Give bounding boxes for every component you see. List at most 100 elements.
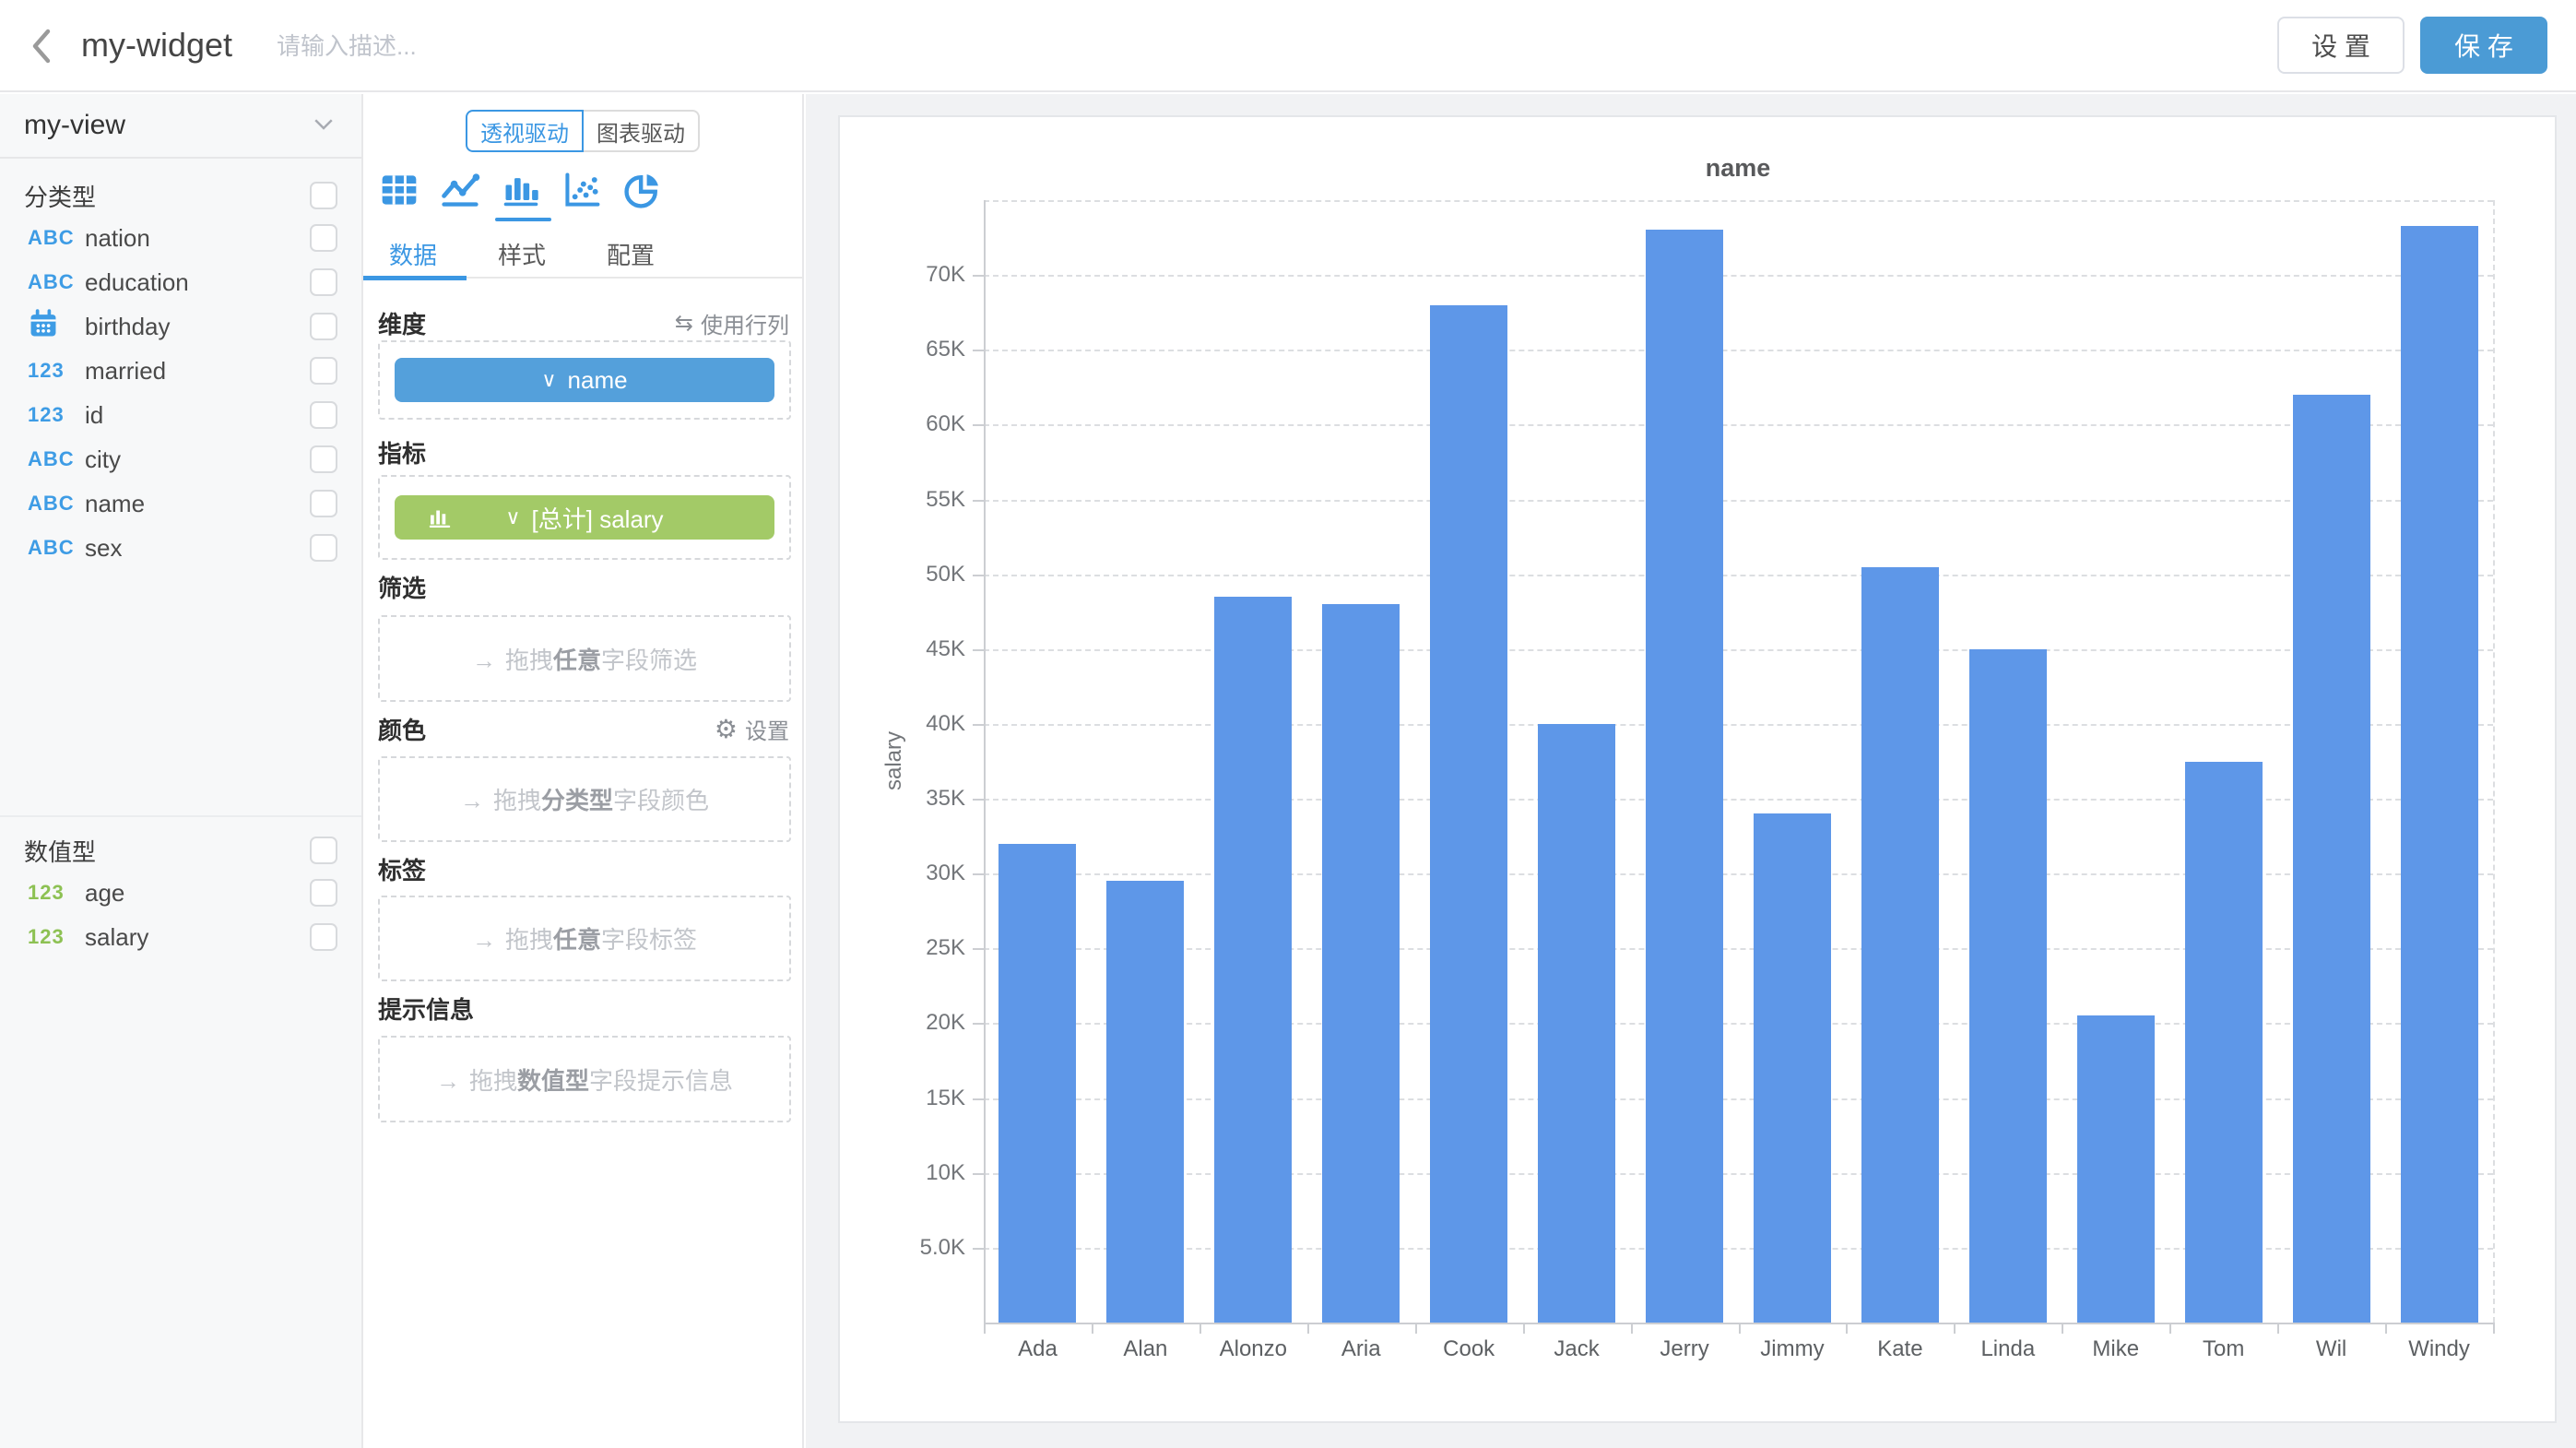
chart-bar[interactable] [1538, 724, 1615, 1323]
measure-drop-zone[interactable]: ∨ [总计] salary [378, 475, 791, 560]
section-checkbox[interactable] [310, 837, 337, 864]
y-axis-title: salary [881, 731, 907, 790]
settings-button-label: 设 置 [2311, 27, 2370, 64]
x-axis-tick [2062, 1323, 2063, 1334]
field-checkbox[interactable] [310, 268, 337, 296]
y-axis-tick [973, 275, 984, 277]
description-input[interactable] [277, 28, 664, 65]
measure-chip-salary[interactable]: ∨ [总计] salary [395, 495, 774, 540]
dimension-chip-name[interactable]: ∨ name [395, 358, 774, 402]
settings-button[interactable]: 设 置 [2277, 17, 2405, 74]
field-item[interactable]: ABC sex [0, 526, 361, 570]
x-axis-category-label: Ada [1018, 1336, 1058, 1362]
tooltip-hint: 拖拽 [469, 1067, 517, 1095]
top-header: my-widget 设 置 保 存 [0, 0, 2576, 92]
measure-label: 指标 [378, 435, 789, 469]
tag-drop-zone[interactable]: →拖拽任意字段标签 [378, 896, 791, 981]
tab-style-label: 样式 [498, 237, 546, 271]
y-axis-tick-label: 30K [873, 860, 965, 886]
field-item[interactable]: 123 age [0, 871, 361, 915]
chart-bar[interactable] [1861, 567, 1939, 1323]
x-axis-tick [2277, 1323, 2279, 1334]
field-item[interactable]: ABC nation [0, 216, 361, 260]
y-gridline [984, 575, 2493, 576]
tab-data[interactable]: 数据 [389, 231, 437, 277]
y-axis-tick-label: 10K [873, 1160, 965, 1186]
field-checkbox[interactable] [310, 401, 337, 429]
line-chart-icon[interactable] [438, 168, 482, 212]
view-selector[interactable]: my-view [0, 94, 361, 159]
field-checkbox[interactable] [310, 879, 337, 907]
chart-card: name salary 5.0K10K15K20K25K30K35K40K45K… [838, 115, 2557, 1423]
field-item[interactable]: 123 salary [0, 915, 361, 959]
y-gridline [984, 1098, 2493, 1100]
field-item[interactable]: ABC education [0, 260, 361, 304]
scatter-chart-icon[interactable] [560, 168, 604, 212]
chart-bar[interactable] [1754, 813, 1831, 1323]
field-checkbox[interactable] [310, 445, 337, 473]
y-gridline [984, 799, 2493, 801]
chevron-down-icon: ∨ [541, 368, 556, 392]
chart-bar[interactable] [1322, 604, 1400, 1323]
chevron-down-icon: ∨ [505, 505, 520, 529]
y-gridline [984, 1023, 2493, 1025]
color-drop-zone[interactable]: →拖拽分类型字段颜色 [378, 756, 791, 842]
back-button[interactable] [20, 24, 65, 68]
mode-tab-chart-label: 图表驱动 [597, 115, 685, 148]
filter-drop-zone[interactable]: →拖拽任意字段筛选 [378, 615, 791, 702]
field-item[interactable]: 123 married [0, 349, 361, 393]
x-axis-tick [2493, 1323, 2495, 1334]
field-checkbox[interactable] [310, 490, 337, 517]
tab-config[interactable]: 配置 [607, 231, 655, 277]
mode-tab-pivot[interactable]: 透视驱动 [466, 110, 584, 152]
color-settings-link[interactable]: ⚙ 设置 [715, 713, 789, 745]
x-axis-tick [1092, 1323, 1093, 1334]
field-item[interactable]: ABC name [0, 481, 361, 526]
chart-preview-region: name salary 5.0K10K15K20K25K30K35K40K45K… [806, 94, 2576, 1448]
mode-tab-pivot-label: 透视驱动 [480, 115, 569, 148]
x-axis-category-label: Mike [2092, 1336, 2139, 1362]
field-item[interactable]: 123 id [0, 393, 361, 437]
y-axis-tick [973, 948, 984, 950]
field-section: 数值型 123 age 123 salary [0, 815, 361, 959]
chart-bar[interactable] [1430, 305, 1507, 1323]
pie-chart-icon[interactable] [620, 168, 665, 212]
y-axis-line [984, 200, 986, 1323]
y-axis-tick [973, 873, 984, 875]
field-item[interactable]: ABC city [0, 437, 361, 481]
x-axis-category-label: Kate [1877, 1336, 1922, 1362]
chevron-down-icon [310, 110, 337, 142]
field-item[interactable]: birthday [0, 304, 361, 349]
chart-bar[interactable] [1646, 230, 1723, 1323]
chart-bar[interactable] [2185, 762, 2263, 1323]
chart-bar[interactable] [1214, 597, 1292, 1323]
chart-bar[interactable] [2077, 1015, 2155, 1323]
field-checkbox[interactable] [310, 357, 337, 385]
tooltip-drop-zone[interactable]: →拖拽数值型字段提示信息 [378, 1036, 791, 1122]
x-axis-tick [1199, 1323, 1201, 1334]
filter-label: 筛选 [378, 570, 789, 604]
use-rowcol-link[interactable]: ⇆ 使用行列 [675, 307, 789, 339]
tab-style[interactable]: 样式 [498, 231, 546, 277]
y-gridline [984, 873, 2493, 875]
field-checkbox[interactable] [310, 923, 337, 951]
abc-text-field-icon: ABC [28, 270, 85, 294]
field-checkbox[interactable] [310, 313, 337, 340]
chart-bar[interactable] [2401, 226, 2478, 1323]
y-axis-tick [973, 500, 984, 502]
chart-bar[interactable] [1969, 649, 2047, 1323]
section-checkbox[interactable] [310, 182, 337, 209]
field-checkbox[interactable] [310, 224, 337, 252]
bar-chart-icon[interactable] [499, 168, 543, 212]
chart-bar[interactable] [2293, 395, 2370, 1323]
y-axis-tick-label: 60K [873, 411, 965, 437]
table-icon[interactable] [377, 168, 421, 212]
dimension-drop-zone[interactable]: ∨ name [378, 340, 791, 420]
save-button[interactable]: 保 存 [2420, 17, 2547, 74]
y-axis-tick [973, 1248, 984, 1250]
field-checkbox[interactable] [310, 534, 337, 562]
mode-tab-chart[interactable]: 图表驱动 [582, 110, 700, 152]
y-gridline [984, 1173, 2493, 1175]
chart-bar[interactable] [1106, 881, 1184, 1323]
chart-bar[interactable] [998, 844, 1076, 1323]
